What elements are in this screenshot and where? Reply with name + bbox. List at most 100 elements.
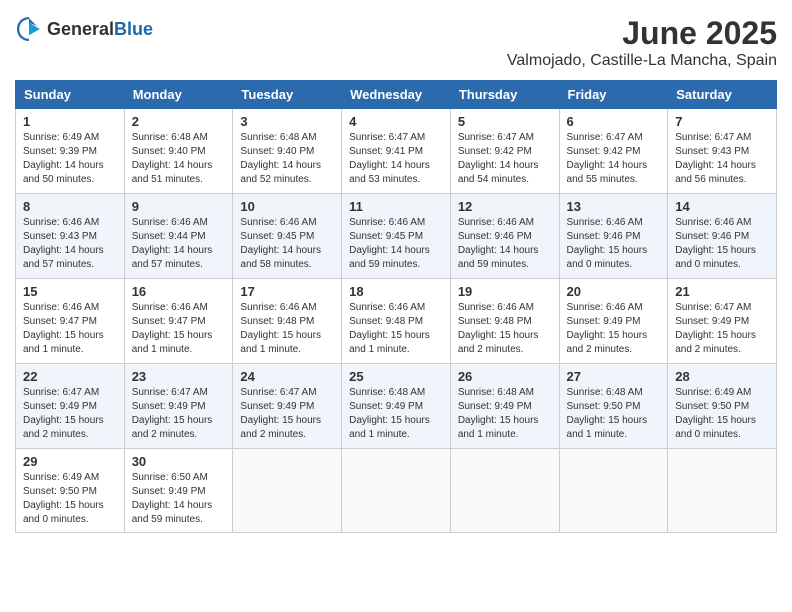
day-number: 29 bbox=[23, 454, 117, 469]
page-header: GeneralBlue June 2025 Valmojado, Castill… bbox=[15, 15, 777, 70]
calendar-cell: 24 Sunrise: 6:47 AM Sunset: 9:49 PM Dayl… bbox=[233, 364, 342, 449]
calendar-cell: 9 Sunrise: 6:46 AM Sunset: 9:44 PM Dayli… bbox=[124, 194, 233, 279]
day-info: Sunrise: 6:49 AM Sunset: 9:39 PM Dayligh… bbox=[23, 131, 117, 187]
calendar-cell: 6 Sunrise: 6:47 AM Sunset: 9:42 PM Dayli… bbox=[559, 109, 668, 194]
day-number: 4 bbox=[349, 114, 443, 129]
day-info: Sunrise: 6:46 AM Sunset: 9:48 PM Dayligh… bbox=[458, 301, 552, 357]
day-number: 17 bbox=[240, 284, 334, 299]
calendar-cell: 18 Sunrise: 6:46 AM Sunset: 9:48 PM Dayl… bbox=[342, 279, 451, 364]
day-number: 8 bbox=[23, 199, 117, 214]
calendar-cell bbox=[668, 449, 777, 533]
calendar-week-row: 22 Sunrise: 6:47 AM Sunset: 9:49 PM Dayl… bbox=[16, 364, 777, 449]
day-number: 25 bbox=[349, 369, 443, 384]
calendar-cell: 15 Sunrise: 6:46 AM Sunset: 9:47 PM Dayl… bbox=[16, 279, 125, 364]
day-info: Sunrise: 6:47 AM Sunset: 9:42 PM Dayligh… bbox=[458, 131, 552, 187]
weekday-header-tuesday: Tuesday bbox=[233, 81, 342, 109]
calendar-week-row: 15 Sunrise: 6:46 AM Sunset: 9:47 PM Dayl… bbox=[16, 279, 777, 364]
day-number: 10 bbox=[240, 199, 334, 214]
day-number: 28 bbox=[675, 369, 769, 384]
day-number: 14 bbox=[675, 199, 769, 214]
day-number: 19 bbox=[458, 284, 552, 299]
day-number: 13 bbox=[567, 199, 661, 214]
calendar-cell: 5 Sunrise: 6:47 AM Sunset: 9:42 PM Dayli… bbox=[450, 109, 559, 194]
logo-icon bbox=[15, 15, 43, 43]
calendar-week-row: 29 Sunrise: 6:49 AM Sunset: 9:50 PM Dayl… bbox=[16, 449, 777, 533]
day-number: 11 bbox=[349, 199, 443, 214]
day-info: Sunrise: 6:46 AM Sunset: 9:48 PM Dayligh… bbox=[240, 301, 334, 357]
day-number: 26 bbox=[458, 369, 552, 384]
calendar-cell: 25 Sunrise: 6:48 AM Sunset: 9:49 PM Dayl… bbox=[342, 364, 451, 449]
day-number: 24 bbox=[240, 369, 334, 384]
day-number: 27 bbox=[567, 369, 661, 384]
calendar-cell: 19 Sunrise: 6:46 AM Sunset: 9:48 PM Dayl… bbox=[450, 279, 559, 364]
logo-general: General bbox=[47, 19, 114, 39]
day-info: Sunrise: 6:46 AM Sunset: 9:46 PM Dayligh… bbox=[458, 216, 552, 272]
weekday-header-wednesday: Wednesday bbox=[342, 81, 451, 109]
day-info: Sunrise: 6:49 AM Sunset: 9:50 PM Dayligh… bbox=[23, 471, 117, 527]
calendar-cell: 30 Sunrise: 6:50 AM Sunset: 9:49 PM Dayl… bbox=[124, 449, 233, 533]
day-number: 9 bbox=[132, 199, 226, 214]
calendar-cell: 1 Sunrise: 6:49 AM Sunset: 9:39 PM Dayli… bbox=[16, 109, 125, 194]
calendar-cell: 12 Sunrise: 6:46 AM Sunset: 9:46 PM Dayl… bbox=[450, 194, 559, 279]
day-info: Sunrise: 6:46 AM Sunset: 9:47 PM Dayligh… bbox=[132, 301, 226, 357]
day-info: Sunrise: 6:46 AM Sunset: 9:45 PM Dayligh… bbox=[349, 216, 443, 272]
day-info: Sunrise: 6:46 AM Sunset: 9:47 PM Dayligh… bbox=[23, 301, 117, 357]
calendar-cell: 14 Sunrise: 6:46 AM Sunset: 9:46 PM Dayl… bbox=[668, 194, 777, 279]
calendar-cell bbox=[450, 449, 559, 533]
day-info: Sunrise: 6:47 AM Sunset: 9:49 PM Dayligh… bbox=[132, 386, 226, 442]
calendar-table: SundayMondayTuesdayWednesdayThursdayFrid… bbox=[15, 80, 777, 533]
day-info: Sunrise: 6:47 AM Sunset: 9:49 PM Dayligh… bbox=[675, 301, 769, 357]
day-number: 22 bbox=[23, 369, 117, 384]
calendar-cell: 2 Sunrise: 6:48 AM Sunset: 9:40 PM Dayli… bbox=[124, 109, 233, 194]
day-number: 3 bbox=[240, 114, 334, 129]
weekday-header-friday: Friday bbox=[559, 81, 668, 109]
day-info: Sunrise: 6:48 AM Sunset: 9:50 PM Dayligh… bbox=[567, 386, 661, 442]
day-number: 30 bbox=[132, 454, 226, 469]
day-info: Sunrise: 6:47 AM Sunset: 9:43 PM Dayligh… bbox=[675, 131, 769, 187]
day-info: Sunrise: 6:46 AM Sunset: 9:46 PM Dayligh… bbox=[675, 216, 769, 272]
day-info: Sunrise: 6:47 AM Sunset: 9:49 PM Dayligh… bbox=[23, 386, 117, 442]
calendar-cell: 11 Sunrise: 6:46 AM Sunset: 9:45 PM Dayl… bbox=[342, 194, 451, 279]
calendar-cell: 29 Sunrise: 6:49 AM Sunset: 9:50 PM Dayl… bbox=[16, 449, 125, 533]
calendar-cell: 26 Sunrise: 6:48 AM Sunset: 9:49 PM Dayl… bbox=[450, 364, 559, 449]
calendar-cell: 8 Sunrise: 6:46 AM Sunset: 9:43 PM Dayli… bbox=[16, 194, 125, 279]
day-info: Sunrise: 6:46 AM Sunset: 9:44 PM Dayligh… bbox=[132, 216, 226, 272]
day-info: Sunrise: 6:46 AM Sunset: 9:46 PM Dayligh… bbox=[567, 216, 661, 272]
calendar-week-row: 8 Sunrise: 6:46 AM Sunset: 9:43 PM Dayli… bbox=[16, 194, 777, 279]
calendar-cell bbox=[233, 449, 342, 533]
calendar-cell: 13 Sunrise: 6:46 AM Sunset: 9:46 PM Dayl… bbox=[559, 194, 668, 279]
month-year-title: June 2025 bbox=[507, 15, 777, 52]
weekday-header-thursday: Thursday bbox=[450, 81, 559, 109]
day-info: Sunrise: 6:47 AM Sunset: 9:42 PM Dayligh… bbox=[567, 131, 661, 187]
day-info: Sunrise: 6:48 AM Sunset: 9:40 PM Dayligh… bbox=[132, 131, 226, 187]
day-number: 23 bbox=[132, 369, 226, 384]
logo-text: GeneralBlue bbox=[47, 19, 153, 40]
day-info: Sunrise: 6:46 AM Sunset: 9:45 PM Dayligh… bbox=[240, 216, 334, 272]
day-number: 12 bbox=[458, 199, 552, 214]
weekday-header-saturday: Saturday bbox=[668, 81, 777, 109]
day-number: 18 bbox=[349, 284, 443, 299]
day-number: 5 bbox=[458, 114, 552, 129]
day-info: Sunrise: 6:46 AM Sunset: 9:48 PM Dayligh… bbox=[349, 301, 443, 357]
weekday-header-sunday: Sunday bbox=[16, 81, 125, 109]
day-number: 21 bbox=[675, 284, 769, 299]
calendar-cell: 20 Sunrise: 6:46 AM Sunset: 9:49 PM Dayl… bbox=[559, 279, 668, 364]
day-number: 1 bbox=[23, 114, 117, 129]
calendar-cell: 3 Sunrise: 6:48 AM Sunset: 9:40 PM Dayli… bbox=[233, 109, 342, 194]
logo-blue: Blue bbox=[114, 19, 153, 39]
calendar-cell: 23 Sunrise: 6:47 AM Sunset: 9:49 PM Dayl… bbox=[124, 364, 233, 449]
day-number: 6 bbox=[567, 114, 661, 129]
calendar-cell: 4 Sunrise: 6:47 AM Sunset: 9:41 PM Dayli… bbox=[342, 109, 451, 194]
day-number: 2 bbox=[132, 114, 226, 129]
day-info: Sunrise: 6:46 AM Sunset: 9:49 PM Dayligh… bbox=[567, 301, 661, 357]
day-number: 20 bbox=[567, 284, 661, 299]
day-number: 15 bbox=[23, 284, 117, 299]
day-info: Sunrise: 6:50 AM Sunset: 9:49 PM Dayligh… bbox=[132, 471, 226, 527]
day-info: Sunrise: 6:48 AM Sunset: 9:40 PM Dayligh… bbox=[240, 131, 334, 187]
logo: GeneralBlue bbox=[15, 15, 153, 43]
weekday-header-row: SundayMondayTuesdayWednesdayThursdayFrid… bbox=[16, 81, 777, 109]
calendar-cell: 28 Sunrise: 6:49 AM Sunset: 9:50 PM Dayl… bbox=[668, 364, 777, 449]
calendar-cell: 27 Sunrise: 6:48 AM Sunset: 9:50 PM Dayl… bbox=[559, 364, 668, 449]
day-info: Sunrise: 6:48 AM Sunset: 9:49 PM Dayligh… bbox=[349, 386, 443, 442]
calendar-cell bbox=[559, 449, 668, 533]
